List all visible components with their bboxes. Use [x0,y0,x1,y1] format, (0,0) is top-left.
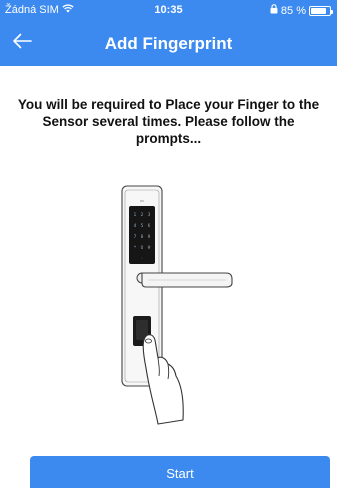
lock-rotation-icon [270,4,278,17]
svg-text:6: 6 [148,223,151,228]
start-button-label: Start [166,466,194,481]
svg-text:*: * [134,245,136,250]
instructions-text: You will be required to Place your Finge… [17,97,320,146]
door-lock-fingerprint-illustration: ▭ 123 456 789 * 0 # ◦ [108,180,238,430]
svg-text:9: 9 [148,234,151,239]
start-button[interactable]: Start [30,456,330,488]
nav-bar: Add Fingerprint [0,20,337,66]
svg-text:3: 3 [148,212,151,217]
battery-level [311,7,327,14]
svg-text:5: 5 [141,223,144,228]
svg-text:8: 8 [141,234,144,239]
app-header: Žádná SIM 10:35 85 % Add Fingerprint [0,0,337,66]
svg-text:4: 4 [134,223,137,228]
svg-text:7: 7 [134,234,137,239]
status-bar: Žádná SIM 10:35 85 % [0,0,337,20]
battery-percent: 85 % [280,4,306,17]
svg-text:1: 1 [134,212,137,217]
svg-text:2: 2 [141,212,144,217]
svg-text:▭: ▭ [140,198,144,203]
svg-text:0: 0 [141,245,144,250]
battery-icon [309,5,333,16]
page-title: Add Fingerprint [104,34,233,53]
svg-text:#: # [147,245,151,250]
battery-status: 85 % [270,4,333,17]
svg-text:◦: ◦ [141,256,143,260]
